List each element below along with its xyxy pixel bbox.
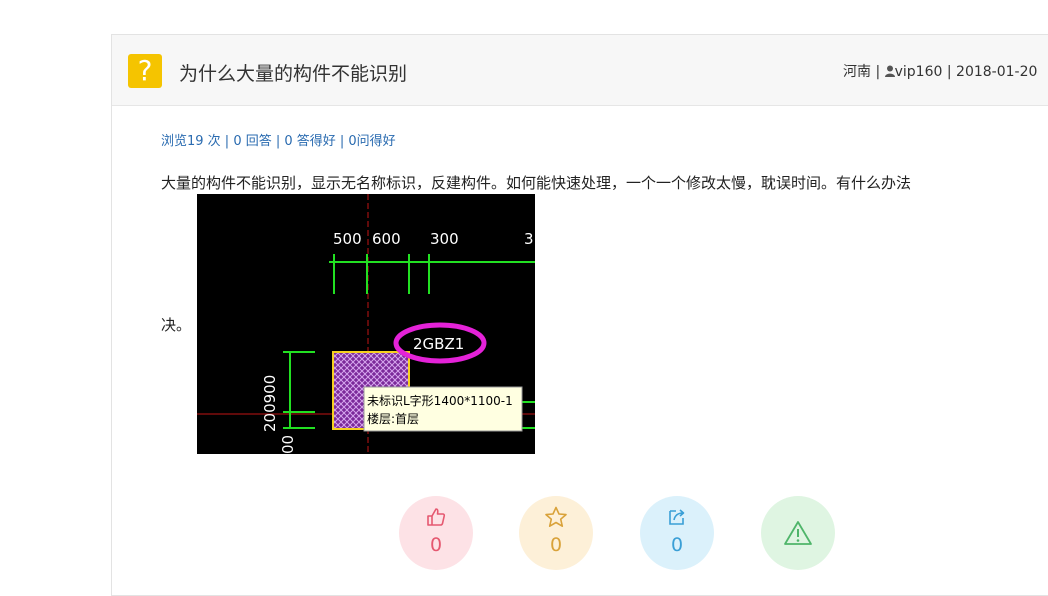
dim-label-4: 3 [524,230,534,248]
tooltip-line-1: 未标识L字形1400*1100-1 [367,393,513,408]
question-body-text: 大量的构件不能识别，显示无名称标识，反建构件。如何能快速处理，一个一个修改太慢，… [161,174,912,192]
cad-screenshot-image[interactable]: 500 600 300 3 2GBZ1 200900 00 未标识L字形1400… [197,194,535,454]
action-buttons: 0 0 0 [112,496,1048,576]
region-label: 河南 | [843,64,881,80]
share-button[interactable]: 0 [640,496,714,570]
warning-icon [761,520,835,545]
favorite-button[interactable]: 0 [519,496,593,570]
vertical-dim-label: 200900 [261,375,279,432]
question-icon: ? [128,54,162,88]
user-icon [884,65,895,77]
tooltip-line-2: 楼层:首层 [367,411,419,426]
dim-label-3: 300 [430,230,459,248]
question-stats: 浏览19 次 | 0 回答 | 0 答得好 | 0问得好 [161,134,396,149]
component-label: 2GBZ1 [413,335,464,353]
vertical-dim-tail: 00 [279,435,297,454]
favorite-count: 0 [549,534,563,556]
cad-drawing: 500 600 300 3 2GBZ1 200900 00 未标识L字形1400… [197,194,535,454]
star-icon [519,506,593,528]
share-icon [640,506,714,528]
username-link[interactable]: vip160 [895,64,943,80]
report-button[interactable] [761,496,835,570]
share-count: 0 [670,534,684,556]
question-meta: 河南 | vip160 | 2018-01-20 [843,61,1037,81]
like-count: 0 [429,534,443,556]
dim-label-2: 600 [372,230,401,248]
thumbs-up-icon [399,506,473,528]
question-header: ? 为什么大量的构件不能识别 河南 | vip160 | 2018-01-20 [112,35,1048,106]
question-card: ? 为什么大量的构件不能识别 河南 | vip160 | 2018-01-20 … [111,34,1048,596]
question-title: 为什么大量的构件不能识别 [179,63,408,85]
post-date: | 2018-01-20 [946,64,1038,80]
dim-label-1: 500 [333,230,362,248]
like-button[interactable]: 0 [399,496,473,570]
question-body-tail: 决。 [161,316,192,334]
